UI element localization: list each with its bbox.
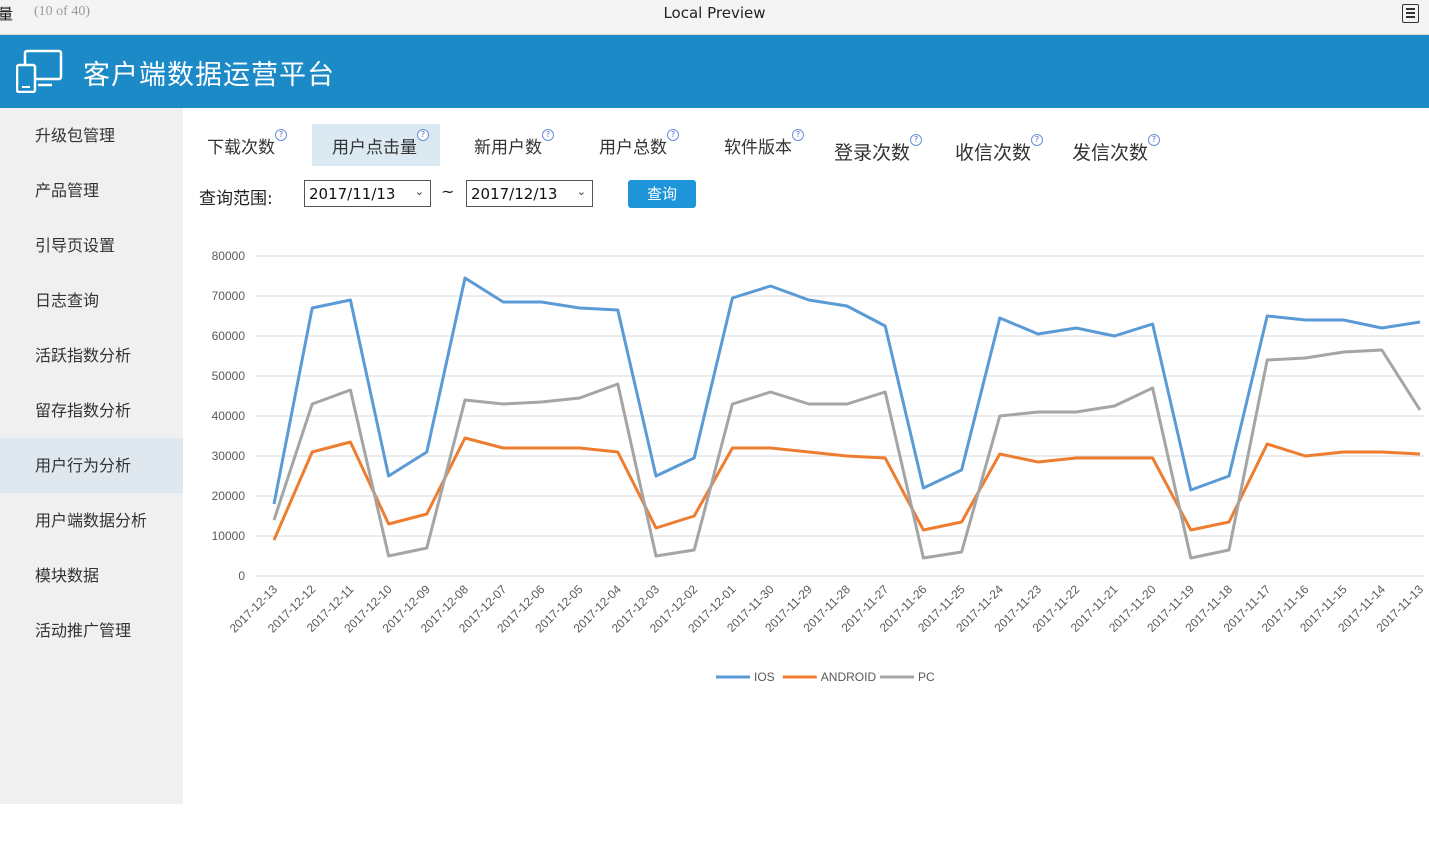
chevron-down-icon: ⌄	[414, 185, 424, 198]
sidebar-item-product[interactable]: 产品管理	[0, 163, 183, 218]
sidebar-item-user-behavior[interactable]: 用户行为分析	[0, 438, 183, 493]
tab-sent-mail[interactable]: 发信次数?	[1072, 134, 1161, 165]
sidebar-item-activity-index[interactable]: 活跃指数分析	[0, 328, 183, 383]
sidebar-item-guide-page[interactable]: 引导页设置	[0, 218, 183, 273]
tab-label: 新用户数	[474, 138, 542, 158]
document-list-icon[interactable]	[1402, 4, 1419, 23]
line-chart: 80000 70000 60000 50000 40000 30000 20000 10000…	[212, 249, 1427, 684]
tab-label: 发信次数	[1072, 142, 1149, 164]
devices-icon	[16, 49, 63, 93]
sidebar-item-module-data[interactable]: 模块数据	[0, 548, 183, 603]
help-icon[interactable]: ?	[667, 129, 679, 141]
tab-label: 用户总数	[599, 138, 667, 158]
help-icon[interactable]: ?	[542, 129, 554, 141]
tab-user-clicks[interactable]: 用户点击量?	[312, 124, 440, 166]
legend-label: IOS	[754, 670, 775, 684]
y-tick-label: 0	[238, 569, 245, 583]
tab-new-users[interactable]: 新用户数?	[474, 129, 554, 158]
y-tick-label: 20000	[212, 489, 246, 503]
y-tick-label: 50000	[212, 369, 246, 383]
end-date-select[interactable]: 2017/12/13 ⌄	[466, 180, 593, 207]
tab-label: 用户点击量	[332, 138, 417, 158]
query-button[interactable]: 查询	[628, 180, 696, 208]
y-tick-label: 40000	[212, 409, 246, 423]
start-date-value: 2017/11/13	[309, 185, 396, 203]
sidebar: 升级包管理 产品管理 引导页设置 日志查询 活跃指数分析 留存指数分析 用户行为…	[0, 108, 183, 804]
end-date-value: 2017/12/13	[471, 185, 558, 203]
help-icon[interactable]: ?	[792, 129, 804, 141]
y-tick-label: 10000	[212, 529, 246, 543]
help-icon[interactable]: ?	[910, 134, 923, 146]
y-tick-label: 80000	[212, 249, 246, 263]
sidebar-item-promotion[interactable]: 活动推广管理	[0, 603, 183, 658]
chevron-down-icon: ⌄	[576, 185, 586, 198]
help-icon[interactable]: ?	[1031, 134, 1044, 146]
series-line-pc	[272, 348, 1422, 560]
start-date-select[interactable]: 2017/11/13 ⌄	[304, 180, 431, 207]
tab-software-version[interactable]: 软件版本?	[724, 129, 804, 158]
app-header: 客户端数据运营平台	[0, 35, 1429, 108]
y-tick-label: 30000	[212, 449, 246, 463]
sidebar-item-log-query[interactable]: 日志查询	[0, 273, 183, 328]
legend-label: PC	[918, 670, 935, 684]
app-title: 客户端数据运营平台	[83, 60, 335, 91]
help-icon[interactable]: ?	[275, 129, 287, 141]
legend-label: ANDROID	[821, 670, 877, 684]
tab-total-users[interactable]: 用户总数?	[599, 129, 679, 158]
query-range-label: 查询范围:	[199, 189, 273, 209]
date-separator: ~	[441, 182, 455, 201]
y-tick-label: 60000	[212, 329, 246, 343]
tab-label: 收信次数	[955, 142, 1032, 164]
preview-bar: 量 (10 of 40) Local Preview	[0, 0, 1429, 35]
tab-received-mail[interactable]: 收信次数?	[955, 134, 1044, 165]
tab-label: 登录次数	[834, 142, 911, 164]
help-icon[interactable]: ?	[1148, 134, 1161, 146]
y-tick-label: 70000	[212, 289, 246, 303]
tab-downloads[interactable]: 下载次数?	[207, 129, 287, 158]
tab-logins[interactable]: 登录次数?	[834, 134, 923, 165]
sidebar-item-client-data[interactable]: 用户端数据分析	[0, 493, 183, 548]
help-icon[interactable]: ?	[417, 129, 429, 141]
tab-label: 软件版本	[724, 138, 792, 158]
sidebar-item-upgrade-package[interactable]: 升级包管理	[0, 108, 183, 163]
tab-label: 下载次数	[207, 138, 275, 158]
sidebar-item-retention-index[interactable]: 留存指数分析	[0, 383, 183, 438]
preview-caption: Local Preview	[663, 4, 766, 22]
